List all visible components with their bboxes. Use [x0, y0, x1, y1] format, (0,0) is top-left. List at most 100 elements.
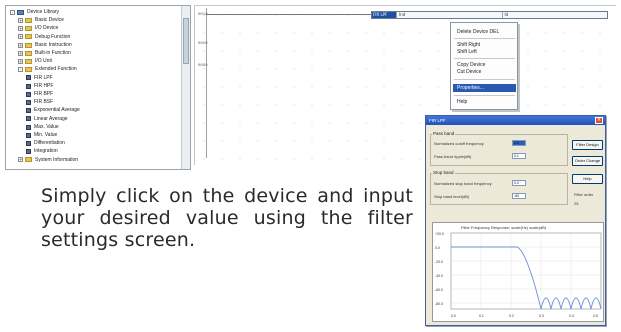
menu-item-cut-device[interactable]: Cut Device: [457, 69, 481, 75]
dialog-title-bar[interactable]: FIR LPF: [426, 116, 605, 125]
scroll-thumb[interactable]: [183, 18, 189, 64]
menu-item-shift-left[interactable]: Shift Left: [457, 49, 477, 55]
tree-item[interactable]: FIR LPF: [26, 75, 53, 82]
expand-icon[interactable]: +: [18, 157, 23, 163]
function-block-icon: [26, 124, 31, 130]
help-button[interactable]: Help: [572, 174, 603, 184]
stop-band-frequency-input[interactable]: 0.3: [512, 180, 526, 186]
tree-item-label: FIR HPF: [34, 82, 54, 89]
x-tick-label: 0.2: [509, 314, 514, 318]
tree-item-label: I/O Device: [35, 25, 59, 32]
tree-item[interactable]: Differentiation: [26, 140, 65, 147]
folder-icon: [17, 9, 24, 15]
tree-item-label: Built-in Function: [35, 50, 71, 56]
y-tick-label: -80.0: [435, 302, 443, 306]
expand-icon[interactable]: +: [18, 26, 23, 32]
tree-item[interactable]: + Basic Instruction: [18, 42, 72, 49]
tree-item[interactable]: + Debug Function: [18, 34, 70, 41]
response-curve: [450, 232, 602, 310]
function-block-icon: [26, 75, 31, 81]
tree-item-label: Linear Average: [34, 115, 68, 122]
tree-item-label: Device Library: [27, 9, 59, 15]
tree-item[interactable]: + Built-in Function: [18, 50, 71, 57]
cutoff-frequency-input[interactable]: 0.2: [512, 140, 526, 146]
tree-item[interactable]: FIR BPF: [26, 91, 53, 98]
rung-line: [206, 14, 371, 15]
folder-icon: [25, 58, 32, 64]
tree-item[interactable]: + Basic Device: [18, 17, 64, 24]
y-tick-label: -20.0: [435, 260, 443, 264]
tree-item[interactable]: Exponential Average: [26, 107, 80, 114]
expand-icon[interactable]: +: [18, 17, 23, 23]
instruction-caption: Simply click on the device and input you…: [41, 185, 413, 251]
expand-icon[interactable]: +: [18, 58, 23, 64]
y-tick-label: 0.0: [435, 246, 440, 250]
function-block-icon: [26, 140, 31, 146]
expand-icon[interactable]: +: [18, 42, 23, 48]
tree-item[interactable]: FIR BSF: [26, 99, 53, 106]
tree-scrollbar[interactable]: [181, 6, 190, 169]
function-block-icon: [26, 132, 31, 138]
device-param-cell: Ind: [396, 12, 502, 18]
tree-item-label: Exponential Average: [34, 107, 80, 114]
tree-item[interactable]: + I/O Unit: [18, 58, 52, 65]
device-param-cell: Id: [501, 12, 608, 18]
tree-item[interactable]: Linear Average: [26, 116, 68, 123]
stop-band-label: Stop band: [432, 170, 455, 175]
tree-item[interactable]: - Device Library: [10, 9, 59, 16]
tree-item-label: System Information: [35, 156, 79, 163]
x-tick-label: 0.1: [479, 314, 484, 318]
tree-item-label: Debug Function: [35, 33, 71, 40]
menu-item-delete-device[interactable]: Delete Device DEL: [457, 29, 499, 35]
collapse-icon[interactable]: -: [10, 9, 15, 15]
x-tick-label: 0.4: [569, 314, 574, 318]
tree-item-label: FIR BPF: [34, 91, 54, 97]
expand-icon[interactable]: +: [18, 34, 23, 40]
x-tick-label: 0.3: [539, 314, 544, 318]
tree-item[interactable]: FIR HPF: [26, 83, 53, 90]
pass-band-ripple-input[interactable]: 0.1: [512, 153, 526, 159]
tree-item-label: Basic Device: [35, 17, 64, 24]
stop-band-frequency-label: Normalized stop band frequency: [434, 181, 492, 186]
fir-lpf-device-block[interactable]: FIR LPF Ind Id: [371, 11, 608, 19]
y-tick-label: +20.0: [435, 232, 444, 236]
tree-item[interactable]: Integration: [26, 148, 58, 155]
tree-item-label: Max. Value: [34, 123, 59, 130]
y-tick-label: -60.0: [435, 288, 443, 292]
menu-item-help[interactable]: Help: [457, 99, 467, 105]
close-icon[interactable]: ×: [595, 117, 603, 124]
tree-item[interactable]: - Extended Function: [18, 66, 77, 73]
menu-separator: [454, 79, 515, 80]
tree-item-label: FIR LPF: [34, 74, 53, 81]
filter-design-button[interactable]: Filter Design: [572, 140, 603, 150]
pass-band-ripple-label: Pass band ripple(dB): [434, 154, 472, 159]
x-tick-label: 0.0: [451, 314, 456, 318]
order-change-button[interactable]: Order Change: [572, 156, 603, 166]
folder-icon: [25, 50, 32, 56]
folder-icon: [25, 26, 32, 32]
menu-item-copy-device[interactable]: Copy Device: [457, 62, 485, 68]
menu-separator: [454, 58, 515, 59]
tree-item[interactable]: + I/O Device: [18, 25, 58, 32]
expand-icon[interactable]: +: [18, 50, 23, 56]
tree-item[interactable]: Min. Value: [26, 132, 57, 139]
tree-item-label: Min. Value: [34, 132, 58, 138]
function-block-icon: [26, 108, 31, 114]
tree-item-label: Basic Instruction: [35, 41, 72, 48]
stop-band-level-input[interactable]: -50: [512, 193, 526, 199]
menu-separator: [454, 38, 515, 39]
tree-item-label: I/O Unit: [35, 58, 52, 65]
tree-item[interactable]: Max. Value: [26, 124, 59, 131]
collapse-icon[interactable]: -: [18, 67, 23, 73]
menu-item-shift-right[interactable]: Shift Right: [457, 42, 480, 48]
tree-item-label: FIR BSF: [34, 99, 54, 106]
tree-item[interactable]: + System Information: [18, 157, 78, 164]
device-library-tree[interactable]: - Device Library + Basic Device + I/O Device +…: [5, 5, 191, 170]
tree-item-label: Extended Function: [35, 66, 77, 73]
row-number: 0050: [198, 42, 208, 46]
function-block-icon: [26, 116, 31, 122]
tree-item-label: Differentiation: [34, 140, 65, 147]
function-block-icon: [26, 149, 31, 155]
dialog-title: FIR LPF: [429, 118, 446, 123]
menu-item-properties[interactable]: Properties...: [457, 85, 484, 91]
